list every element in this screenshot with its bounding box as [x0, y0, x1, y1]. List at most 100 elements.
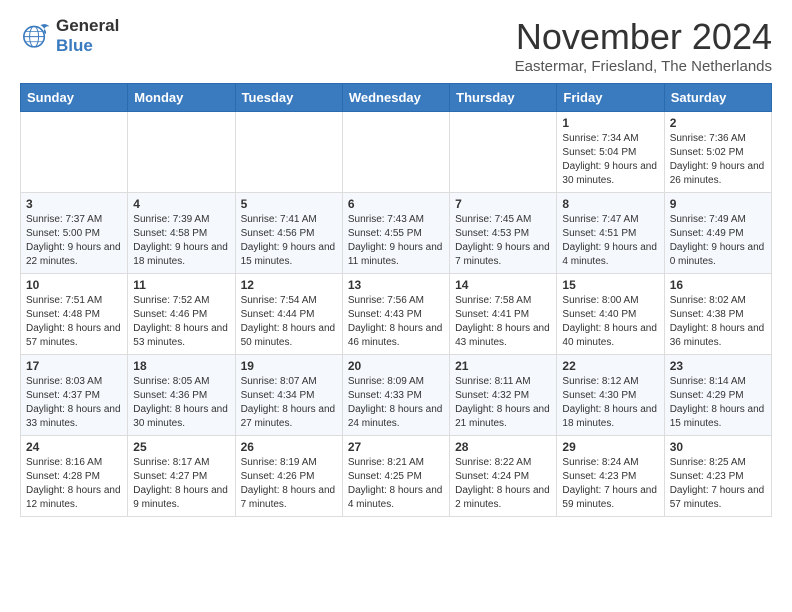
- day-info: Sunrise: 8:11 AM Sunset: 4:32 PM Dayligh…: [455, 375, 551, 431]
- header-thursday: Thursday: [450, 84, 557, 112]
- calendar-cell: 2 Sunrise: 7:36 AM Sunset: 5:02 PM Daylig…: [664, 112, 771, 193]
- header-sunday: Sunday: [21, 84, 128, 112]
- page-header: General Blue November 2024 Eastermar, Fr…: [0, 0, 792, 83]
- day-info: Sunrise: 7:43 AM Sunset: 4:55 PM Dayligh…: [348, 213, 444, 269]
- day-info: Sunrise: 8:24 AM Sunset: 4:23 PM Dayligh…: [562, 456, 658, 512]
- logo-text-block: General Blue: [56, 16, 119, 55]
- day-number: 20: [348, 359, 444, 373]
- day-number: 22: [562, 359, 658, 373]
- day-number: 25: [133, 440, 229, 454]
- day-number: 3: [26, 197, 122, 211]
- day-info: Sunrise: 7:54 AM Sunset: 4:44 PM Dayligh…: [241, 294, 337, 350]
- calendar-cell: 4 Sunrise: 7:39 AM Sunset: 4:58 PM Daylig…: [128, 193, 235, 274]
- calendar-cell: 5 Sunrise: 7:41 AM Sunset: 4:56 PM Daylig…: [235, 193, 342, 274]
- calendar-cell: 3 Sunrise: 7:37 AM Sunset: 5:00 PM Daylig…: [21, 193, 128, 274]
- day-info: Sunrise: 8:14 AM Sunset: 4:29 PM Dayligh…: [670, 375, 766, 431]
- calendar-cell: 28 Sunrise: 8:22 AM Sunset: 4:24 PM Dayli…: [450, 436, 557, 517]
- day-info: Sunrise: 8:16 AM Sunset: 4:28 PM Dayligh…: [26, 456, 122, 512]
- day-info: Sunrise: 8:03 AM Sunset: 4:37 PM Dayligh…: [26, 375, 122, 431]
- day-info: Sunrise: 8:21 AM Sunset: 4:25 PM Dayligh…: [348, 456, 444, 512]
- calendar-cell: 6 Sunrise: 7:43 AM Sunset: 4:55 PM Daylig…: [342, 193, 449, 274]
- header-tuesday: Tuesday: [235, 84, 342, 112]
- calendar-cell: 21 Sunrise: 8:11 AM Sunset: 4:32 PM Dayli…: [450, 355, 557, 436]
- calendar-cell: 9Sunrise: 7:49 AM Sunset: 4:49 PM Daylig…: [664, 193, 771, 274]
- day-number: 28: [455, 440, 551, 454]
- calendar-cell: 19 Sunrise: 8:07 AM Sunset: 4:34 PM Dayli…: [235, 355, 342, 436]
- day-number: 18: [133, 359, 229, 373]
- day-number: 15: [562, 278, 658, 292]
- calendar-cell: 23 Sunrise: 8:14 AM Sunset: 4:29 PM Dayli…: [664, 355, 771, 436]
- calendar-cell: [128, 112, 235, 193]
- header-monday: Monday: [128, 84, 235, 112]
- calendar-cell: 20Sunrise: 8:09 AM Sunset: 4:33 PM Dayli…: [342, 355, 449, 436]
- day-number: 14: [455, 278, 551, 292]
- day-number: 16: [670, 278, 766, 292]
- day-info: Sunrise: 7:36 AM Sunset: 5:02 PM Dayligh…: [670, 132, 766, 188]
- calendar-cell: [235, 112, 342, 193]
- calendar-cell: 13Sunrise: 7:56 AM Sunset: 4:43 PM Dayli…: [342, 274, 449, 355]
- calendar-cell: 16Sunrise: 8:02 AM Sunset: 4:38 PM Dayli…: [664, 274, 771, 355]
- calendar-cell: 26Sunrise: 8:19 AM Sunset: 4:26 PM Dayli…: [235, 436, 342, 517]
- day-info: Sunrise: 8:12 AM Sunset: 4:30 PM Dayligh…: [562, 375, 658, 431]
- calendar-header-row: Sunday Monday Tuesday Wednesday Thursday…: [21, 84, 772, 112]
- logo: General Blue: [20, 16, 119, 55]
- day-number: 6: [348, 197, 444, 211]
- calendar-cell: 30 Sunrise: 8:25 AM Sunset: 4:23 PM Dayli…: [664, 436, 771, 517]
- day-info: Sunrise: 7:37 AM Sunset: 5:00 PM Dayligh…: [26, 213, 122, 269]
- day-number: 27: [348, 440, 444, 454]
- day-info: Sunrise: 7:56 AM Sunset: 4:43 PM Dayligh…: [348, 294, 444, 350]
- day-number: 24: [26, 440, 122, 454]
- day-info: Sunrise: 8:22 AM Sunset: 4:24 PM Dayligh…: [455, 456, 551, 512]
- title-block: November 2024 Eastermar, Friesland, The …: [515, 16, 772, 75]
- day-number: 21: [455, 359, 551, 373]
- header-wednesday: Wednesday: [342, 84, 449, 112]
- day-number: 5: [241, 197, 337, 211]
- day-number: 12: [241, 278, 337, 292]
- day-number: 17: [26, 359, 122, 373]
- calendar-cell: 17 Sunrise: 8:03 AM Sunset: 4:37 PM Dayli…: [21, 355, 128, 436]
- day-info: Sunrise: 8:07 AM Sunset: 4:34 PM Dayligh…: [241, 375, 337, 431]
- day-number: 23: [670, 359, 766, 373]
- day-number: 29: [562, 440, 658, 454]
- calendar-cell: 24 Sunrise: 8:16 AM Sunset: 4:28 PM Dayli…: [21, 436, 128, 517]
- day-info: Sunrise: 7:58 AM Sunset: 4:41 PM Dayligh…: [455, 294, 551, 350]
- calendar-cell: 11Sunrise: 7:52 AM Sunset: 4:46 PM Dayli…: [128, 274, 235, 355]
- day-number: 2: [670, 116, 766, 130]
- day-number: 4: [133, 197, 229, 211]
- calendar-cell: 22 Sunrise: 8:12 AM Sunset: 4:30 PM Dayli…: [557, 355, 664, 436]
- day-number: 30: [670, 440, 766, 454]
- day-info: Sunrise: 7:41 AM Sunset: 4:56 PM Dayligh…: [241, 213, 337, 269]
- calendar-week-3: 10 Sunrise: 7:51 AM Sunset: 4:48 PM Dayli…: [21, 274, 772, 355]
- month-title: November 2024: [515, 16, 772, 58]
- calendar-cell: 27 Sunrise: 8:21 AM Sunset: 4:25 PM Dayli…: [342, 436, 449, 517]
- logo-line1: General: [56, 16, 119, 36]
- calendar-cell: [21, 112, 128, 193]
- header-friday: Friday: [557, 84, 664, 112]
- calendar-week-5: 24 Sunrise: 8:16 AM Sunset: 4:28 PM Dayli…: [21, 436, 772, 517]
- day-info: Sunrise: 7:39 AM Sunset: 4:58 PM Dayligh…: [133, 213, 229, 269]
- day-info: Sunrise: 8:25 AM Sunset: 4:23 PM Dayligh…: [670, 456, 766, 512]
- logo-icon: [20, 20, 52, 52]
- day-info: Sunrise: 8:00 AM Sunset: 4:40 PM Dayligh…: [562, 294, 658, 350]
- calendar-week-2: 3 Sunrise: 7:37 AM Sunset: 5:00 PM Daylig…: [21, 193, 772, 274]
- calendar-cell: [342, 112, 449, 193]
- calendar-cell: [450, 112, 557, 193]
- day-number: 10: [26, 278, 122, 292]
- calendar-week-4: 17 Sunrise: 8:03 AM Sunset: 4:37 PM Dayli…: [21, 355, 772, 436]
- day-number: 19: [241, 359, 337, 373]
- day-info: Sunrise: 7:47 AM Sunset: 4:51 PM Dayligh…: [562, 213, 658, 269]
- calendar-cell: 8Sunrise: 7:47 AM Sunset: 4:51 PM Daylig…: [557, 193, 664, 274]
- day-info: Sunrise: 7:45 AM Sunset: 4:53 PM Dayligh…: [455, 213, 551, 269]
- day-number: 26: [241, 440, 337, 454]
- day-info: Sunrise: 7:51 AM Sunset: 4:48 PM Dayligh…: [26, 294, 122, 350]
- calendar-cell: 1Sunrise: 7:34 AM Sunset: 5:04 PM Daylig…: [557, 112, 664, 193]
- calendar-cell: 15 Sunrise: 8:00 AM Sunset: 4:40 PM Dayli…: [557, 274, 664, 355]
- subtitle: Eastermar, Friesland, The Netherlands: [515, 58, 772, 75]
- calendar-table: Sunday Monday Tuesday Wednesday Thursday…: [20, 83, 772, 517]
- calendar-wrapper: Sunday Monday Tuesday Wednesday Thursday…: [0, 83, 792, 527]
- calendar-cell: 29 Sunrise: 8:24 AM Sunset: 4:23 PM Dayli…: [557, 436, 664, 517]
- day-number: 11: [133, 278, 229, 292]
- calendar-cell: 25Sunrise: 8:17 AM Sunset: 4:27 PM Dayli…: [128, 436, 235, 517]
- day-info: Sunrise: 8:05 AM Sunset: 4:36 PM Dayligh…: [133, 375, 229, 431]
- day-info: Sunrise: 7:49 AM Sunset: 4:49 PM Dayligh…: [670, 213, 766, 269]
